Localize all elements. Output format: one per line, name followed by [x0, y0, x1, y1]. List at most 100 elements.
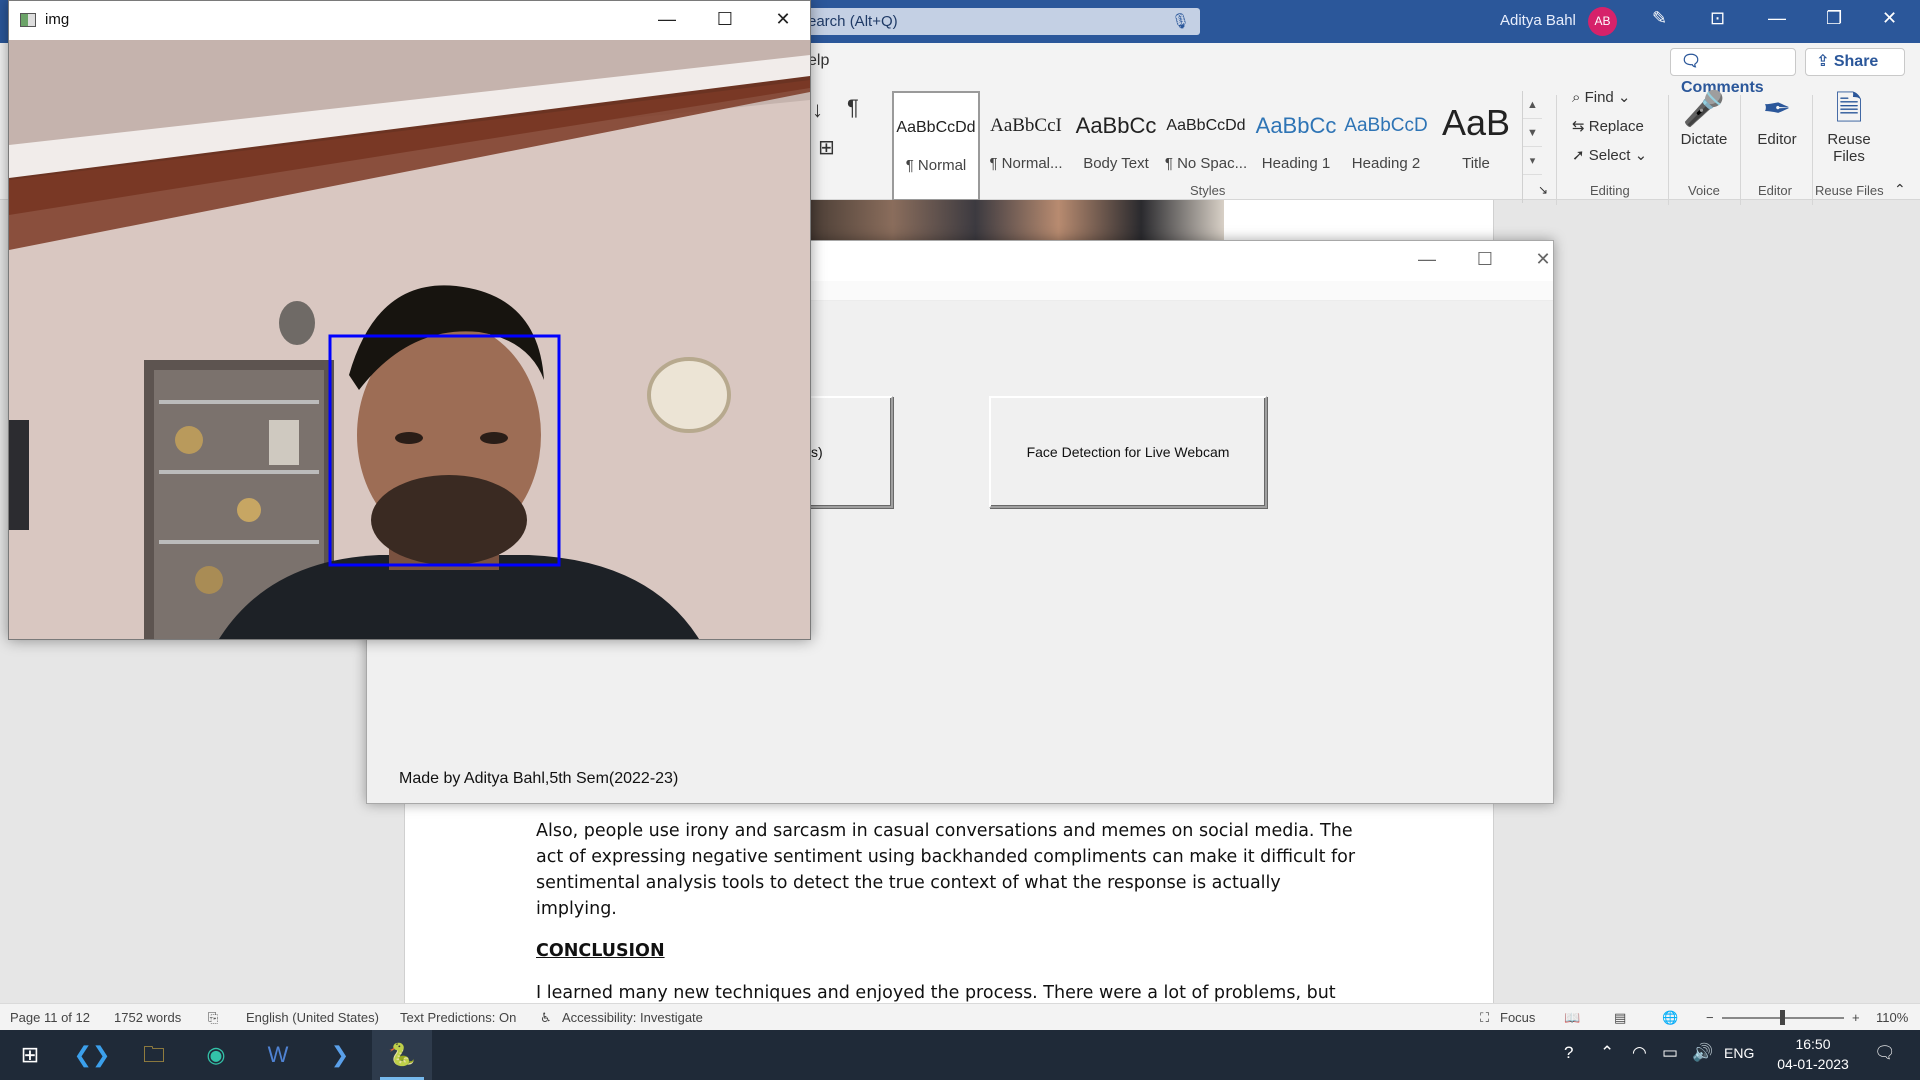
paragraph: Also, people use irony and sarcasm in ca…: [536, 821, 1356, 919]
style-name: ¶ No Spac...: [1164, 155, 1248, 172]
zoom-level[interactable]: 110%: [1876, 1010, 1908, 1025]
share-button[interactable]: ⇪ Share: [1805, 48, 1905, 76]
zoom-out-icon[interactable]: −: [1706, 1010, 1714, 1025]
more-icon[interactable]: ▾: [1523, 147, 1542, 175]
word-icon[interactable]: W: [248, 1030, 308, 1080]
battery-icon[interactable]: ▭: [1662, 1043, 1678, 1063]
comments-button[interactable]: 🗨 Comments: [1670, 48, 1796, 96]
style-normal[interactable]: AaBbCcDd ¶ Normal: [892, 91, 980, 201]
editor-button[interactable]: ✒ Editor: [1742, 87, 1812, 148]
webcam-frame: [9, 40, 810, 639]
chevron-down-icon: ⌄: [1630, 147, 1648, 164]
user-name: Aditya Bahl: [1500, 12, 1576, 29]
help-icon[interactable]: ?: [1564, 1043, 1573, 1063]
taskbar: ⊞ ❮❯ 🗀 ◉ W ❯ 🐍 ? ⌃ ◠ ▭ 🔊 ENG 16:50 04-01…: [0, 1030, 1920, 1080]
style-sample: AaBbCcDd: [1166, 117, 1246, 134]
zoom-thumb[interactable]: [1780, 1010, 1785, 1025]
select-label: Select: [1588, 147, 1631, 164]
chevron-down-icon[interactable]: ▼: [1523, 119, 1542, 147]
heading: CONCLUSION: [536, 941, 665, 961]
word-count[interactable]: 1752 words: [114, 1010, 181, 1025]
ribbon-separator: [1556, 95, 1557, 205]
web-layout-icon[interactable]: 🌐: [1662, 1010, 1678, 1026]
minimize-icon[interactable]: —: [647, 9, 687, 30]
comment-icon: 🗨: [1681, 53, 1702, 70]
text-predictions[interactable]: Text Predictions: On: [400, 1010, 516, 1025]
wifi-icon[interactable]: ◠: [1632, 1043, 1647, 1063]
style-normal-2[interactable]: AaBbCcI ¶ Normal...: [982, 91, 1070, 201]
microphone-icon[interactable]: 🎙: [1171, 8, 1190, 35]
editor-label: Editor: [1757, 131, 1797, 148]
clock[interactable]: 16:50 04-01-2023: [1770, 1034, 1856, 1074]
reuse-files-button[interactable]: 🗎 Reuse Files: [1814, 87, 1884, 165]
collapse-ribbon-icon[interactable]: ⌃: [1894, 181, 1906, 198]
close-icon[interactable]: ✕: [1882, 8, 1897, 29]
edge-icon[interactable]: ◉: [186, 1030, 246, 1080]
page-count[interactable]: Page 11 of 12: [10, 1010, 90, 1025]
style-heading-1[interactable]: AaBbCc Heading 1: [1252, 91, 1340, 201]
focus-button[interactable]: Focus: [1500, 1010, 1535, 1025]
replace-icon: ⇆: [1572, 118, 1589, 135]
chevron-up-icon[interactable]: ▲: [1523, 91, 1542, 119]
group-label-voice: Voice: [1688, 183, 1720, 198]
print-layout-icon[interactable]: ▤: [1614, 1010, 1626, 1026]
ribbon-separator: [1812, 95, 1813, 205]
share-label: Share: [1833, 53, 1879, 70]
editor-pen-icon: ✒: [1762, 90, 1792, 128]
minimize-icon[interactable]: —: [1768, 8, 1786, 29]
python-icon[interactable]: 🐍: [372, 1030, 432, 1080]
style-name: Title: [1462, 155, 1490, 172]
close-icon[interactable]: ✕: [1523, 249, 1563, 270]
style-sample: AaB: [1441, 102, 1511, 143]
find-button[interactable]: ⌕ Find ⌄: [1572, 88, 1631, 106]
detect-live-webcam-button[interactable]: Face Detection for Live Webcam: [989, 396, 1267, 508]
reuse-files-label: Reuse Files: [1827, 131, 1871, 165]
time: 16:50: [1795, 1036, 1831, 1052]
restore-icon[interactable]: ❐: [1826, 8, 1842, 29]
style-heading-2[interactable]: AaBbCcD Heading 2: [1342, 91, 1430, 201]
search-icon: ⌕: [1572, 89, 1585, 106]
pen-icon[interactable]: ✎: [1652, 8, 1667, 29]
style-name: Heading 1: [1261, 155, 1331, 172]
replace-button[interactable]: ⇆ Replace: [1572, 117, 1644, 135]
search-input[interactable]: earch (Alt+Q) 🎙: [790, 8, 1200, 35]
file-explorer-icon[interactable]: 🗀: [124, 1030, 184, 1080]
minimize-icon[interactable]: —: [1407, 249, 1447, 270]
vscode-icon[interactable]: ❮❯: [62, 1030, 122, 1080]
date: 04-01-2023: [1777, 1056, 1849, 1072]
powershell-icon[interactable]: ❯: [310, 1030, 370, 1080]
input-language[interactable]: ENG: [1724, 1045, 1754, 1061]
zoom-in-icon[interactable]: +: [1852, 1010, 1860, 1025]
language[interactable]: English (United States): [246, 1010, 379, 1025]
chevron-up-icon[interactable]: ⌃: [1600, 1043, 1614, 1063]
microphone-icon: 🎤: [1682, 90, 1726, 128]
style-title[interactable]: AaB Title: [1432, 91, 1520, 201]
ribbon-display-icon[interactable]: ⊡: [1710, 8, 1725, 29]
document-image[interactable]: [810, 200, 1224, 240]
windows-start-icon[interactable]: ⊞: [0, 1030, 60, 1080]
accessibility-status[interactable]: Accessibility: Investigate: [562, 1010, 703, 1025]
maximize-icon[interactable]: ☐: [705, 9, 745, 30]
style-body-text[interactable]: AaBbCc Body Text: [1072, 91, 1160, 201]
sort-icon[interactable]: ↓: [812, 97, 823, 123]
focus-icon: ⛶: [1480, 1010, 1490, 1025]
read-mode-icon[interactable]: 📖: [1564, 1010, 1580, 1026]
search-placeholder: earch (Alt+Q): [808, 13, 898, 30]
group-label-styles: Styles: [1190, 183, 1226, 198]
credits-label: Made by Aditya Bahl,5th Sem(2022-23): [399, 770, 679, 787]
select-button[interactable]: ➚ Select ⌄: [1572, 146, 1647, 164]
borders-icon[interactable]: ⊞: [818, 135, 835, 160]
cursor-icon: ➚: [1572, 147, 1589, 164]
dictate-button[interactable]: 🎤 Dictate: [1669, 87, 1739, 148]
proofing-icon[interactable]: ⎘: [208, 1010, 218, 1026]
find-label: Find: [1584, 89, 1614, 106]
close-icon[interactable]: ✕: [763, 9, 803, 30]
volume-icon[interactable]: 🔊: [1692, 1043, 1713, 1063]
maximize-icon[interactable]: ☐: [1465, 249, 1505, 270]
tab-help[interactable]: elp: [808, 52, 829, 70]
dialog-launcher-icon[interactable]: ↘: [1538, 183, 1548, 197]
notifications-icon[interactable]: 🗨: [1874, 1043, 1896, 1063]
avatar[interactable]: AB: [1588, 7, 1617, 36]
status-bar: Page 11 of 12 1752 words ⎘ English (Unit…: [0, 1003, 1920, 1030]
pilcrow-icon[interactable]: ¶: [847, 95, 859, 121]
